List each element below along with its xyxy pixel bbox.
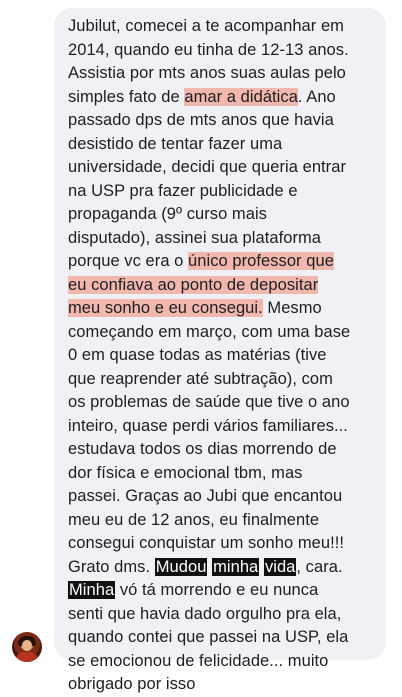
dark-highlighted-word: minha xyxy=(212,557,260,576)
line-text: , cara. xyxy=(296,557,343,576)
message-line: os problemas de saúde que tive o ano xyxy=(68,393,350,411)
message-line: Grato dms. Mudou minha vida, cara. xyxy=(68,556,376,580)
sender-avatar[interactable] xyxy=(12,632,42,662)
message-line: simples fato de amar a didática. Ano xyxy=(68,86,376,110)
message-line: que reaprender até subtração), com xyxy=(68,369,333,388)
line-text: Mesmo xyxy=(262,299,322,317)
message-line: universidade, decidi que queria entrar xyxy=(68,158,346,176)
message-line: 2014, quando eu tinha de 12-13 anos. xyxy=(68,40,349,59)
avatar-shirt xyxy=(16,652,38,662)
message-line: dor física e emocional tbm, mas xyxy=(68,463,303,482)
message-line: se emocionou de felicidade... muito xyxy=(68,651,329,670)
message-line: desistido de tentar fazer uma xyxy=(68,134,283,153)
line-text: vó tá morrendo e eu nunca xyxy=(115,581,319,599)
message-line: propaganda (9º curso mais xyxy=(68,205,267,223)
message-line: meu sonho e eu consegui. Mesmo xyxy=(68,297,376,321)
message-line: Assistia por mts anos suas aulas pelo xyxy=(68,64,346,82)
message-line: começando em março, com uma base xyxy=(68,322,351,341)
line-text: porque vc era o xyxy=(68,252,189,270)
line-text: . Ano xyxy=(297,87,336,106)
avatar-face xyxy=(22,640,32,651)
message-bubble[interactable]: Jubilut, comecei a te acompanhar em 2014,… xyxy=(54,8,386,693)
message-line: consegui conquistar um sonho meu!!! xyxy=(68,534,344,552)
line-text: simples fato de xyxy=(68,87,185,106)
message-line: estudava todos os dias morrendo de xyxy=(68,440,337,458)
message-line: quando contei que passei na USP, ela xyxy=(68,628,349,646)
highlighted-text: meu sonho e eu consegui. xyxy=(68,299,263,317)
message-line: porque vc era o único professor que xyxy=(68,250,376,274)
dark-highlighted-word: vida xyxy=(263,557,297,576)
message-line: passado dps de mts anos que havia xyxy=(68,111,334,129)
dark-highlighted-word: Minha xyxy=(68,581,116,599)
message-line: senti que havia dado orgulho pra ela, xyxy=(68,604,342,623)
message-line: 0 em quase todas as matérias (tive xyxy=(68,346,327,364)
message-line: obrigado por isso xyxy=(68,675,196,693)
highlighted-text: amar a didática xyxy=(184,87,298,106)
message-line: meu eu de 12 anos, eu finalmente xyxy=(68,510,320,529)
message-line: disputado), assinei sua plataforma xyxy=(68,228,322,247)
message-text: Jubilut, comecei a te acompanhar em 2014,… xyxy=(68,15,376,697)
message-line: na USP pra fazer publicidade e xyxy=(68,181,298,200)
message-line: Jubilut, comecei a te acompanhar em xyxy=(68,17,344,35)
line-text: Grato dms. xyxy=(68,557,155,576)
message-line: Minha vó tá morrendo e eu nunca xyxy=(68,579,376,603)
highlighted-text: único professor que xyxy=(188,252,334,270)
dark-highlighted-word: Mudou xyxy=(154,557,208,576)
highlighted-text: eu confiava ao ponto de depositar xyxy=(68,275,319,294)
message-line: inteiro, quase perdi vários familiares..… xyxy=(68,416,348,435)
message-line: passei. Graças ao Jubi que encantou xyxy=(68,487,343,505)
message-line: eu confiava ao ponto de depositar xyxy=(68,274,376,298)
